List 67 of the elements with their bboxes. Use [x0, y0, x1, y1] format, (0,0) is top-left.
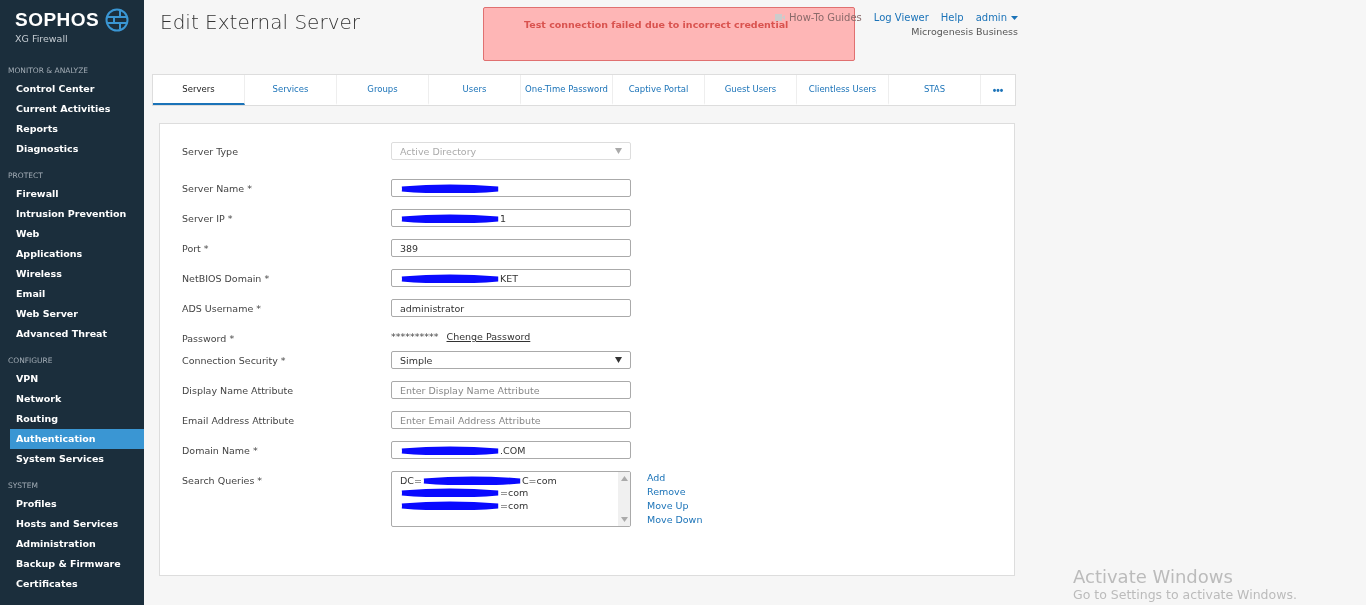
input-field[interactable]: KET: [391, 269, 631, 287]
sidebar-item[interactable]: Web: [10, 224, 144, 244]
field-label: ADS Username *: [182, 302, 263, 314]
error-message: Test connection failed due to incorrect credential: [524, 19, 789, 30]
change-password-link[interactable]: Chenge Password: [446, 331, 531, 342]
header-link[interactable]: Log Viewer: [873, 12, 929, 23]
activation-title: Activate Windows: [1073, 566, 1234, 587]
sidebar-item[interactable]: Profiles: [10, 494, 144, 514]
sidebar-item[interactable]: Routing: [10, 409, 144, 429]
video-camera-icon: [775, 14, 785, 21]
sidebar-item[interactable]: System Services: [10, 449, 144, 469]
shield-grid-icon: [105, 8, 130, 32]
sidebar-item[interactable]: Backup & Firmware: [10, 554, 144, 574]
input-field[interactable]: 389: [391, 239, 631, 257]
field-label: NetBIOS Domain *: [182, 272, 271, 284]
field-label: Password *: [182, 332, 236, 344]
product-name: XG Firewall: [15, 33, 69, 44]
sidebar-item[interactable]: Firewall: [10, 184, 144, 204]
input-field[interactable]: .COM: [391, 441, 631, 459]
field-label: Connection Security *: [182, 354, 287, 366]
sidebar-item[interactable]: Control Center: [10, 79, 144, 99]
caret-icon: [615, 148, 622, 154]
field-label: Domain Name *: [182, 444, 259, 456]
input-field[interactable]: 1: [391, 209, 631, 227]
sidebar-item[interactable]: Web Server: [10, 304, 144, 324]
field-label: Server Name *: [182, 182, 253, 194]
input-field[interactable]: Enter Email Address Attribute: [391, 411, 631, 429]
sidebar-item[interactable]: VPN: [10, 369, 144, 389]
list-action-link[interactable]: Move Up: [647, 499, 703, 513]
list-action-link[interactable]: Move Down: [647, 513, 703, 527]
sidebar-item[interactable]: Advanced Threat: [10, 324, 144, 344]
input-field[interactable]: administrator: [391, 299, 631, 317]
sidebar-item[interactable]: Email: [10, 284, 144, 304]
brand-name: SOPHOS: [15, 9, 100, 31]
list-action-link[interactable]: Remove: [647, 485, 703, 499]
select-field[interactable]: Simple: [391, 351, 631, 369]
sidebar-item[interactable]: Administration: [10, 534, 144, 554]
scroll-down-icon[interactable]: [620, 517, 628, 522]
field-label: Server IP *: [182, 212, 234, 224]
sidebar-item[interactable]: Certificates: [10, 574, 144, 594]
list-field[interactable]: DC= C=com =com =com: [391, 471, 631, 527]
field-label: Display Name Attribute: [182, 384, 295, 396]
field-label: Email Address Attribute: [182, 414, 296, 426]
sidebar-item[interactable]: Reports: [10, 119, 144, 139]
field-label: Server Type: [182, 145, 239, 157]
sidebar-item[interactable]: Intrusion Prevention: [10, 204, 144, 224]
sidebar-item[interactable]: Applications: [10, 244, 144, 264]
company-name: Microgenesis Business: [911, 26, 1018, 37]
input-field[interactable]: [391, 179, 631, 197]
sidebar-item[interactable]: Current Activities: [10, 99, 144, 119]
activation-subtitle: Go to Settings to activate Windows.: [1073, 587, 1297, 602]
header-link[interactable]: Help: [940, 12, 964, 23]
sidebar-item[interactable]: Wireless: [10, 264, 144, 284]
password-value: **********: [391, 331, 439, 342]
caret-icon: [615, 357, 622, 363]
sidebar-item[interactable]: Diagnostics: [10, 139, 144, 159]
list-action-link[interactable]: Add: [647, 471, 703, 485]
scroll-up-icon[interactable]: [620, 476, 628, 481]
page-title: Edit External Server: [160, 10, 360, 36]
user-menu[interactable]: admin: [975, 12, 1018, 23]
caret-icon: [1011, 15, 1018, 20]
sidebar-item[interactable]: Hosts and Services: [10, 514, 144, 534]
input-field[interactable]: Enter Display Name Attribute: [391, 381, 631, 399]
tab[interactable]: Servers: [153, 75, 245, 105]
sidebar-item[interactable]: Network: [10, 389, 144, 409]
field-label: Search Queries *: [182, 474, 264, 486]
field-label: Port *: [182, 242, 210, 254]
